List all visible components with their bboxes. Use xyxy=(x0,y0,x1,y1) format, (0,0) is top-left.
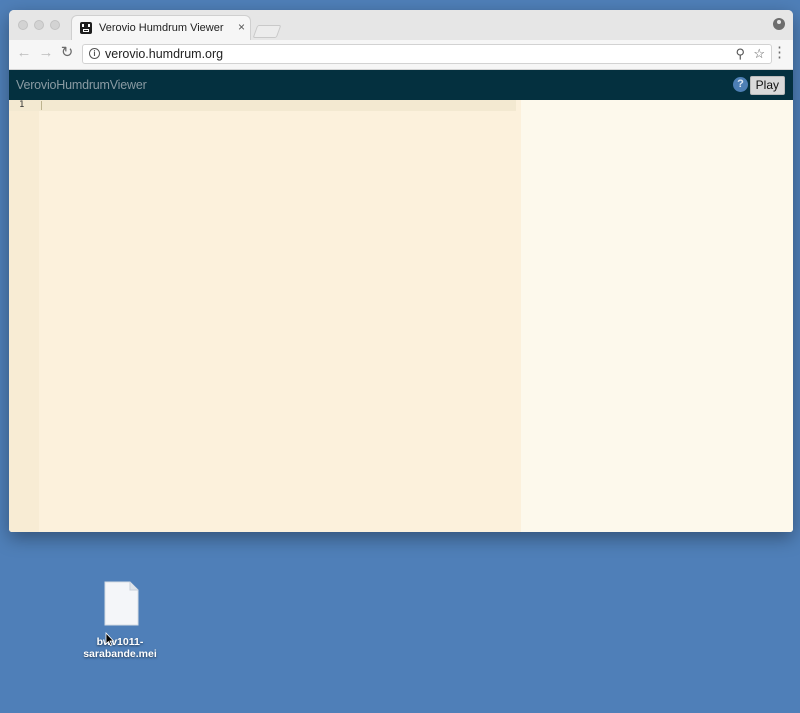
tab-title: Verovio Humdrum Viewer xyxy=(99,22,224,34)
file-name-line-1: bwv1011- xyxy=(96,636,144,648)
mouse-pointer-icon xyxy=(105,632,115,646)
profile-icon[interactable] xyxy=(773,18,785,30)
play-button[interactable]: Play xyxy=(749,76,785,95)
url-text: verovio.humdrum.org xyxy=(105,47,224,61)
app-title: VerovioHumdrumViewer xyxy=(16,78,147,92)
file-name-label[interactable]: bwv1011- sarabande.mei xyxy=(70,636,170,660)
address-bar[interactable]: i verovio.humdrum.org ⚲ ☆ xyxy=(82,44,772,64)
desktop: Verovio Humdrum Viewer × ← → ↻ i verovio… xyxy=(0,0,800,713)
active-line-highlight xyxy=(9,100,516,111)
close-window-button[interactable] xyxy=(18,20,28,30)
notation-panel xyxy=(521,100,793,532)
line-number: 1 xyxy=(19,100,25,110)
info-icon[interactable]: i xyxy=(89,48,100,59)
reload-icon[interactable]: ↻ xyxy=(58,44,76,62)
back-icon[interactable]: ← xyxy=(15,44,33,62)
menu-icon[interactable]: ⋮ xyxy=(772,44,787,62)
file-name-line-2: sarabande.mei xyxy=(83,648,157,660)
tab-strip: Verovio Humdrum Viewer × xyxy=(9,10,793,41)
star-icon[interactable]: ☆ xyxy=(753,46,765,62)
minimize-window-button[interactable] xyxy=(34,20,44,30)
browser-window: Verovio Humdrum Viewer × ← → ↻ i verovio… xyxy=(9,10,793,532)
new-tab-button[interactable] xyxy=(252,25,282,38)
text-cursor xyxy=(41,101,42,110)
humdrum-favicon-icon xyxy=(80,22,92,34)
zoom-window-button[interactable] xyxy=(50,20,60,30)
document-file-icon[interactable] xyxy=(104,581,139,626)
tab-close-icon[interactable]: × xyxy=(238,20,245,34)
tab-verovio[interactable]: Verovio Humdrum Viewer × xyxy=(71,15,251,41)
browser-toolbar: ← → ↻ i verovio.humdrum.org ⚲ ☆ ⋮ xyxy=(9,40,793,70)
editor-gutter xyxy=(9,100,39,532)
help-button[interactable]: ? xyxy=(733,77,748,92)
humdrum-editor[interactable]: 1 xyxy=(9,100,521,532)
zoom-icon[interactable]: ⚲ xyxy=(735,46,745,62)
app-header: VerovioHumdrumViewer ? Play xyxy=(9,70,793,100)
forward-icon[interactable]: → xyxy=(37,44,55,62)
